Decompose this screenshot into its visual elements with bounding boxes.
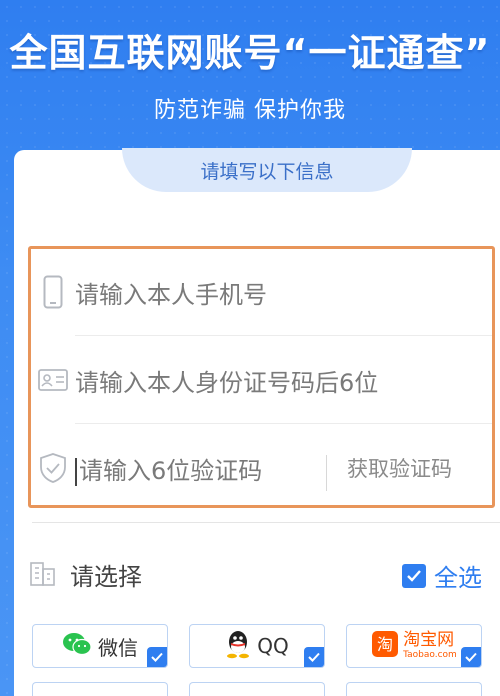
select-all-toggle[interactable]: 全选 [402, 558, 482, 593]
app-name: 微信 [98, 635, 138, 660]
code-input[interactable]: 请输入6位验证码 [75, 451, 262, 486]
section-divider [32, 522, 500, 523]
phone-placeholder: 请输入本人手机号 [75, 280, 267, 309]
select-all-label: 全选 [434, 564, 482, 592]
app-tile[interactable] [32, 682, 168, 696]
phone-icon [31, 275, 75, 309]
app-subtitle: Taobao.com [403, 650, 457, 660]
form-card: 请填写以下信息 请输入本人手机号 请输入本人身份证号码后6位 请输入6位验证码 … [14, 148, 500, 696]
qq-icon [225, 629, 251, 663]
row-divider [75, 423, 492, 424]
select-label: 请选择 [70, 562, 142, 591]
phone-field[interactable]: 请输入本人手机号 [31, 249, 492, 335]
select-all-checkbox[interactable] [402, 563, 426, 588]
check-icon [147, 647, 167, 667]
building-icon [28, 557, 58, 591]
get-code-button[interactable]: 获取验证码 [347, 453, 452, 483]
card-tab-title: 请填写以下信息 [122, 148, 412, 192]
verification-code-field[interactable]: 请输入6位验证码 获取验证码 [31, 425, 492, 511]
taobao-icon: 淘 [371, 630, 399, 662]
check-icon [461, 647, 481, 667]
app-select-header: 请选择 全选 [28, 550, 500, 598]
page-subheadline: 防范诈骗 保护你我 [154, 98, 346, 123]
code-divider [326, 455, 327, 491]
id-number-placeholder: 请输入本人身份证号码后6位 [75, 368, 379, 397]
code-placeholder: 请输入6位验证码 [79, 456, 263, 485]
shield-check-icon [31, 452, 75, 484]
row-divider [75, 335, 492, 336]
page-headline: 全国互联网账号“一证通查” [9, 31, 491, 75]
app-name: QQ [257, 634, 289, 658]
app-tile[interactable] [189, 682, 325, 696]
check-icon [304, 647, 324, 667]
id-card-icon [31, 369, 75, 391]
text-cursor [75, 457, 77, 486]
app-tile-qq[interactable]: QQ [189, 624, 325, 668]
id-number-field[interactable]: 请输入本人身份证号码后6位 [31, 337, 492, 423]
app-tile-taobao[interactable]: 淘 淘宝网 Taobao.com [346, 624, 482, 668]
svg-text:淘: 淘 [377, 635, 393, 654]
input-group: 请输入本人手机号 请输入本人身份证号码后6位 请输入6位验证码 获取验证码 [28, 246, 495, 508]
app-tile[interactable] [346, 682, 482, 696]
app-name: 淘宝网 [403, 630, 455, 650]
app-tile-wechat[interactable]: 微信 [32, 624, 168, 668]
wechat-icon [62, 631, 92, 661]
